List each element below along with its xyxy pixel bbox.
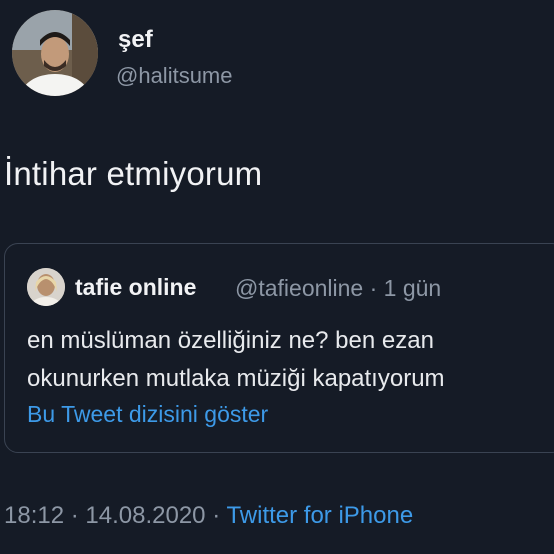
quoted-avatar-photo xyxy=(27,268,65,306)
quoted-display-name[interactable]: tafie online xyxy=(75,274,196,301)
author-avatar[interactable] xyxy=(12,10,98,96)
tweet-date[interactable]: 14.08.2020 xyxy=(85,502,205,529)
footer-separator: · xyxy=(212,502,221,529)
quoted-handle[interactable]: @tafieonline xyxy=(235,275,363,301)
tweet-source-link[interactable]: Twitter for iPhone xyxy=(226,502,413,529)
quoted-tweet-text: en müslüman özelliğiniz ne? ben ezan oku… xyxy=(27,327,445,392)
author-handle[interactable]: @halitsume xyxy=(116,63,233,89)
tweet-text: İntihar etmiyorum xyxy=(4,155,263,192)
quoted-age[interactable]: 1 gün xyxy=(384,275,442,301)
quoted-separator: · xyxy=(369,275,378,301)
tweet-time[interactable]: 18:12 xyxy=(4,502,64,529)
quoted-tweet-card[interactable]: tafie online @tafieonline · 1 gün en müs… xyxy=(4,243,554,453)
footer-separator: · xyxy=(70,502,79,529)
quoted-meta: @tafieonline · 1 gün xyxy=(235,275,441,302)
tweet-footer: 18:12 · 14.08.2020 · Twitter for iPhone xyxy=(4,502,413,530)
avatar-photo xyxy=(12,10,98,96)
author-display-name[interactable]: şef xyxy=(118,26,153,54)
quoted-author-avatar[interactable] xyxy=(27,268,65,306)
show-thread-link[interactable]: Bu Tweet dizisini göster xyxy=(27,401,268,428)
